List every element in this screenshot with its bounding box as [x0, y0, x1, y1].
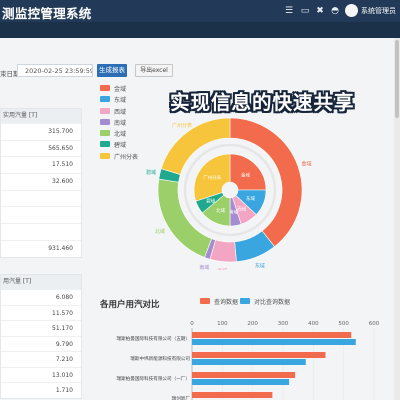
district-donut-chart: 金域东域西域南域北域碧域广州分表金域东域西域南域北域碧域广州分表 [146, 117, 312, 270]
x-tick-label: 100 [217, 321, 228, 327]
top-navbar: 测监控管理系统 ☰ ▭ ✖ ◓ 系统管理员 [0, 0, 400, 22]
export-excel-button[interactable]: 导出excel [135, 64, 173, 77]
table-row [1, 206, 81, 223]
slice-label: 北域 [216, 207, 225, 214]
bar-query[interactable] [192, 372, 296, 378]
legend-swatch [100, 130, 110, 137]
table-row: 9.790 [1, 335, 81, 352]
bar-chart-title: 各用户用汽对比 [100, 300, 160, 310]
slice-label: 金域 [241, 171, 250, 178]
table-row: 13.010 [1, 366, 81, 383]
generate-report-button[interactable]: 生成报表 [97, 64, 127, 77]
legend-swatch [240, 298, 250, 304]
legend-label: 东域 [114, 97, 127, 105]
dashboard-icon[interactable]: ◓ [329, 5, 341, 17]
slice-label: 西域 [237, 206, 246, 213]
x-tick-label: 500 [338, 321, 349, 327]
bar-query[interactable] [192, 332, 352, 338]
legend-label: 广州分表 [114, 153, 139, 161]
bar-compare[interactable] [192, 339, 356, 345]
slice-label: 广州分表 [203, 174, 221, 181]
bar-query[interactable] [192, 392, 273, 398]
table-row [1, 189, 81, 207]
slice-label: 碧域 [206, 198, 215, 205]
legend-label: 北域 [114, 131, 127, 139]
bar-query[interactable] [192, 352, 326, 358]
page-scrollbar[interactable] [394, 38, 400, 400]
x-tick-label: 600 [369, 321, 380, 327]
legend-swatch [100, 152, 110, 159]
slice-label: 北域 [155, 228, 165, 235]
slice-label: 东域 [246, 195, 255, 202]
donut-slice-inner[interactable] [229, 153, 267, 191]
slice-label: 南域 [199, 264, 209, 270]
slice-label: 碧域 [146, 169, 156, 176]
table-row: 51.170 [1, 320, 81, 336]
table-row: 17.510 [1, 156, 81, 173]
table-header: 用汽量 [T] [1, 275, 81, 289]
table-row: 565.650 [1, 139, 81, 157]
table-row: 11.570 [1, 304, 81, 321]
scrollbar-thumb[interactable] [395, 40, 399, 118]
table-header: 实用汽量 [T] [1, 109, 81, 123]
user-usage-bar-chart: 0 100 200 300 400 500 600 瑞斯柏曼国际科技有限公司（五期） 瑞斯中纬新… [116, 321, 380, 400]
legend-label: 查询数据 [214, 299, 239, 306]
slice-label: 广州分表 [172, 122, 192, 129]
usage-table-1: 实用汽量 [T] 315.700 565.650 17.510 32.600 931.4… [0, 108, 82, 258]
table-row: 931.460 [1, 239, 81, 257]
table-row [1, 223, 81, 240]
category-label: 瑞斯中纬新能源科技有限公司 [130, 355, 190, 362]
x-tick-label: 200 [247, 321, 258, 327]
legend-swatch [200, 298, 210, 304]
tools-icon[interactable]: ✖ [314, 5, 326, 17]
monitor-icon[interactable]: ▭ [299, 5, 311, 17]
bar-compare[interactable] [192, 359, 306, 365]
app-title: 测监控管理系统 [2, 6, 92, 21]
x-tick-label: 400 [308, 321, 319, 327]
legend-swatch [100, 96, 110, 103]
table-row: 6.080 [1, 289, 81, 305]
legend-label: 对比查询数据 [254, 299, 291, 306]
category-label: 瑞斯柏曼国际科技有限公司（一厂） [116, 375, 190, 382]
legend-swatch [100, 118, 110, 125]
legend-swatch [100, 141, 110, 148]
end-date-input[interactable] [17, 64, 93, 77]
legend-label: 西域 [114, 108, 127, 116]
legend-label: 碧域 [114, 142, 127, 150]
x-tick-label: 0 [190, 321, 194, 327]
slice-label: 东域 [255, 262, 265, 269]
table-row: 315.700 [1, 123, 81, 140]
user-name[interactable]: 系统管理员 [361, 6, 396, 16]
category-label: 瑞斯柏曼国际科技有限公司（五期） [116, 335, 190, 342]
usage-table-2: 用汽量 [T] 6.080 11.570 51.170 9.790 7.210 13.01… [0, 274, 82, 399]
slice-label: 西域 [217, 268, 227, 270]
legend-swatch [100, 85, 110, 91]
slice-label: 南域 [229, 209, 238, 216]
table-row: 7.210 [1, 351, 81, 367]
sub-navbar [0, 22, 400, 38]
legend-label: 金域 [114, 86, 127, 93]
menu-icon[interactable]: ☰ [283, 5, 295, 17]
user-avatar-icon[interactable] [345, 4, 358, 17]
legend-label: 南域 [114, 119, 127, 127]
table-row: 1.710 [1, 382, 81, 398]
legend-swatch [100, 107, 110, 114]
x-tick-label: 300 [278, 321, 289, 327]
category-label: 瑞创新厂 [172, 395, 191, 400]
table-row: 32.600 [1, 173, 81, 190]
slice-label: 金域 [302, 161, 312, 168]
bar-compare[interactable] [192, 379, 290, 385]
